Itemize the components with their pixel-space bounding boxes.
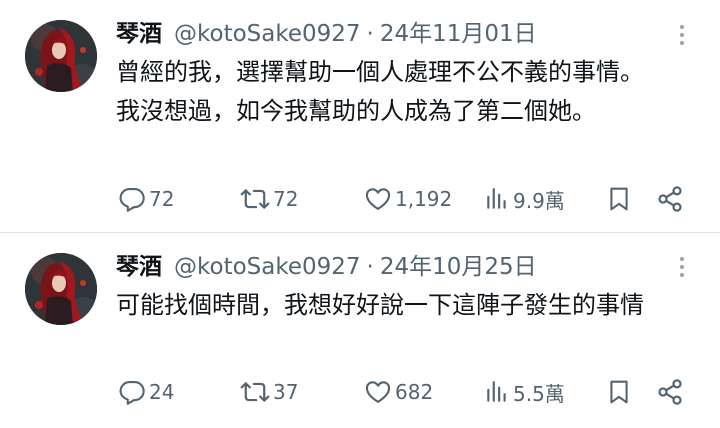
tweet-text: 曾經的我，選擇幫助一個人處理不公不義的事情。 我沒想過，如今我幫助的人成為了第二… xyxy=(116,55,696,128)
display-name[interactable]: 琴酒 xyxy=(116,17,162,51)
like-button[interactable]: 682 xyxy=(364,372,433,412)
repost-count: 37 xyxy=(273,380,299,404)
views-button[interactable]: 9.9萬 xyxy=(484,179,565,219)
user-handle[interactable]: @kotoSake0927 xyxy=(174,250,361,284)
separator-dot: · xyxy=(366,254,374,280)
share-button[interactable] xyxy=(656,179,684,219)
more-icon[interactable] xyxy=(670,252,694,282)
tweet-paragraph: 可能找個時間，我想好好說一下這陣子發生的事情 xyxy=(116,291,644,319)
tweet[interactable]: 琴酒 @kotoSake0927 · 24年11月01日 曾經的我，選擇幫助一個… xyxy=(0,0,720,233)
repost-button[interactable]: 72 xyxy=(240,179,298,219)
tweet[interactable]: 琴酒 @kotoSake0927 · 24年10月25日 可能找個時間，我想好好… xyxy=(0,234,720,428)
like-button[interactable]: 1,192 xyxy=(364,179,452,219)
views-icon xyxy=(487,188,506,209)
like-count: 682 xyxy=(395,380,434,404)
bookmark-button[interactable] xyxy=(606,372,632,412)
heart-icon xyxy=(365,381,391,403)
reply-count: 24 xyxy=(149,380,175,404)
more-icon[interactable] xyxy=(670,20,694,50)
view-count: 9.9萬 xyxy=(513,188,565,213)
tweet-divider xyxy=(0,232,720,233)
more-dot xyxy=(680,265,684,269)
reply-button[interactable]: 24 xyxy=(118,372,174,412)
repost-icon xyxy=(240,382,270,402)
bookmark-icon xyxy=(610,187,628,211)
tweet-actions: 72 72 1,192 9.9萬 xyxy=(0,179,720,219)
more-dot xyxy=(680,257,684,261)
bookmark-button[interactable] xyxy=(606,179,632,219)
avatar-image xyxy=(25,253,97,325)
bookmark-icon xyxy=(610,380,628,404)
tweet-header: 琴酒 @kotoSake0927 · 24年10月25日 xyxy=(116,250,537,284)
repost-icon xyxy=(240,189,270,209)
tweet-paragraph: 我沒想過，如今我幫助的人成為了第二個她。 xyxy=(116,97,596,125)
tweet-actions: 24 37 682 5.5萬 xyxy=(0,372,720,412)
reply-count: 72 xyxy=(149,187,175,211)
more-dot xyxy=(680,41,684,45)
more-dot xyxy=(680,25,684,29)
more-dot xyxy=(680,273,684,277)
tweet-header: 琴酒 @kotoSake0927 · 24年11月01日 xyxy=(116,17,537,51)
avatar[interactable] xyxy=(25,20,97,92)
share-icon xyxy=(658,379,682,405)
repost-count: 72 xyxy=(273,187,299,211)
share-button[interactable] xyxy=(656,372,684,412)
tweet-paragraph: 曾經的我，選擇幫助一個人處理不公不義的事情。 xyxy=(116,58,644,86)
reply-icon xyxy=(119,381,145,405)
avatar[interactable] xyxy=(25,253,97,325)
views-button[interactable]: 5.5萬 xyxy=(484,372,565,412)
reply-button[interactable]: 72 xyxy=(118,179,174,219)
views-icon xyxy=(487,381,506,402)
reply-icon xyxy=(119,188,145,212)
display-name[interactable]: 琴酒 xyxy=(116,250,162,284)
tweet-date[interactable]: 24年10月25日 xyxy=(380,250,537,284)
separator-dot: · xyxy=(366,21,374,47)
like-count: 1,192 xyxy=(395,187,453,211)
more-dot xyxy=(680,33,684,37)
heart-icon xyxy=(365,188,391,210)
repost-button[interactable]: 37 xyxy=(240,372,298,412)
tweet-date[interactable]: 24年11月01日 xyxy=(380,17,537,51)
view-count: 5.5萬 xyxy=(513,381,565,406)
tweet-text: 可能找個時間，我想好好說一下這陣子發生的事情 xyxy=(116,288,696,322)
avatar-image xyxy=(25,20,97,92)
user-handle[interactable]: @kotoSake0927 xyxy=(174,17,361,51)
share-icon xyxy=(658,186,682,212)
